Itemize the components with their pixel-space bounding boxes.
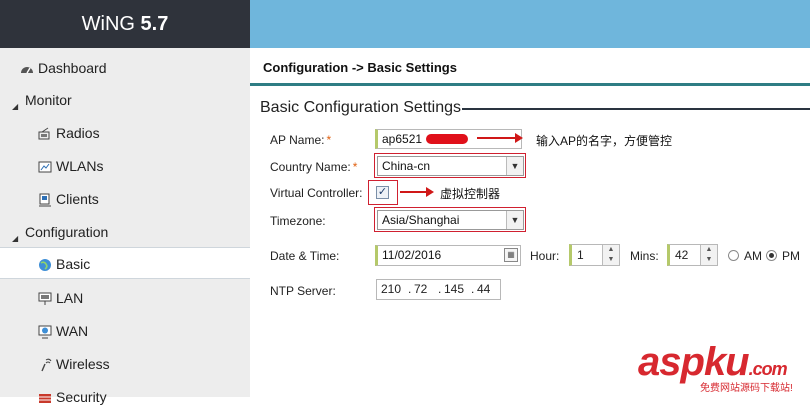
hour-stepper[interactable]: 1 ▲ ▼	[569, 244, 620, 266]
globe-icon	[39, 259, 51, 272]
chevron-down-icon[interactable]: ▼	[701, 255, 717, 265]
sidebar-item-label: Clients	[56, 191, 99, 207]
wan-icon	[38, 325, 52, 339]
ip-octet[interactable]: 44	[477, 280, 490, 299]
annotation-arrow	[400, 187, 434, 197]
dashboard-icon	[21, 67, 33, 74]
redaction-scribble	[426, 134, 468, 144]
date-time-label: Date & Time:	[270, 249, 340, 263]
mins-label: Mins:	[630, 249, 659, 263]
app-logo: WiNG 5.7	[0, 0, 250, 48]
sidebar-item-label: Basic	[56, 256, 91, 272]
required-mark: *	[352, 160, 358, 174]
chevron-down-icon: ▼	[506, 157, 523, 175]
sidebar-item-wireless[interactable]: Wireless	[0, 349, 250, 379]
ip-octet[interactable]: 145	[444, 280, 464, 299]
sidebar-item-lan[interactable]: LAN	[0, 283, 250, 313]
date-input[interactable]: 11/02/2016 ▦	[375, 245, 521, 266]
sidebar-group-configuration[interactable]: ◢ Configuration	[0, 217, 250, 247]
ap-name-label: AP Name: *	[270, 133, 332, 147]
sidebar-item-clients[interactable]: Clients	[0, 184, 250, 214]
pm-label: PM	[782, 249, 800, 263]
chevron-down-icon: ▼	[506, 211, 523, 229]
sidebar-item-label: Security	[56, 389, 107, 405]
top-bar	[250, 0, 810, 48]
sidebar: Dashboard ◢ Monitor Radios WLANs Clients…	[0, 48, 250, 405]
security-icon	[39, 394, 51, 404]
wireless-icon	[41, 359, 52, 372]
virtual-controller-annotation: 虚拟控制器	[440, 187, 501, 201]
ap-name-annotation: 输入AP的名字，方便管控	[536, 134, 673, 148]
sidebar-item-label: LAN	[56, 290, 84, 306]
ip-octet[interactable]: 210	[381, 280, 401, 299]
sidebar-item-wan[interactable]: WAN	[0, 316, 250, 346]
country-name-label: Country Name: *	[270, 160, 358, 174]
sidebar-item-radios[interactable]: Radios	[0, 118, 250, 148]
chevron-up-icon[interactable]: ▲	[603, 245, 619, 255]
hour-label: Hour:	[530, 249, 560, 263]
ip-dot: .	[471, 282, 475, 296]
sidebar-item-dashboard[interactable]: Dashboard	[0, 53, 250, 83]
chevron-up-icon[interactable]: ▲	[701, 245, 717, 255]
chevron-down-icon[interactable]: ▼	[603, 255, 619, 265]
sidebar-item-label: Dashboard	[38, 60, 107, 76]
lan-icon	[38, 292, 52, 306]
brand-version: 5.7	[140, 13, 169, 35]
sidebar-item-wlans[interactable]: WLANs	[0, 151, 250, 181]
ip-dot: .	[438, 282, 442, 296]
radio-icon	[38, 127, 50, 140]
ntp-server-label: NTP Server:	[270, 284, 336, 298]
sidebar-item-label: Configuration	[25, 224, 109, 240]
virtual-controller-label: Virtual Controller:	[270, 186, 363, 200]
ip-octet[interactable]: 72	[414, 280, 427, 299]
sidebar-item-security[interactable]: Security	[0, 382, 250, 412]
sidebar-group-monitor[interactable]: ◢ Monitor	[0, 85, 250, 115]
watermark-subtitle: 免费网站源码下载站!	[700, 383, 793, 394]
breadcrumb: Configuration -> Basic Settings	[263, 60, 457, 75]
timezone-select[interactable]: Asia/Shanghai ▼	[377, 210, 524, 230]
am-label: AM	[744, 249, 762, 263]
wlan-icon	[38, 161, 52, 173]
ap-name-input[interactable]: ap6521	[375, 129, 522, 149]
sidebar-item-label: Wireless	[56, 356, 110, 372]
mins-stepper[interactable]: 42 ▲ ▼	[667, 244, 718, 266]
section-title: Basic Configuration Settings	[260, 99, 467, 117]
calendar-icon[interactable]: ▦	[504, 248, 518, 262]
pm-radio[interactable]	[766, 250, 777, 261]
clients-icon	[39, 193, 51, 207]
virtual-controller-checkbox[interactable]: ✓	[376, 186, 389, 199]
required-mark: *	[326, 133, 332, 147]
annotation-arrow	[477, 133, 523, 143]
sidebar-item-label: WLANs	[56, 158, 104, 174]
ip-dot: .	[408, 282, 412, 296]
brand-name: WiNG	[81, 13, 135, 35]
sidebar-item-label: WAN	[56, 323, 89, 339]
timezone-label: Timezone:	[270, 214, 326, 228]
section-divider	[462, 108, 810, 110]
sidebar-item-basic[interactable]: Basic	[0, 247, 250, 279]
am-radio[interactable]	[728, 250, 739, 261]
country-select[interactable]: China-cn ▼	[377, 156, 524, 176]
sidebar-item-label: Radios	[56, 125, 100, 141]
sidebar-item-label: Monitor	[25, 92, 72, 108]
ntp-server-input[interactable]: 210 . 72 . 145 . 44	[376, 279, 501, 300]
breadcrumb-bar: Configuration -> Basic Settings	[250, 48, 810, 86]
